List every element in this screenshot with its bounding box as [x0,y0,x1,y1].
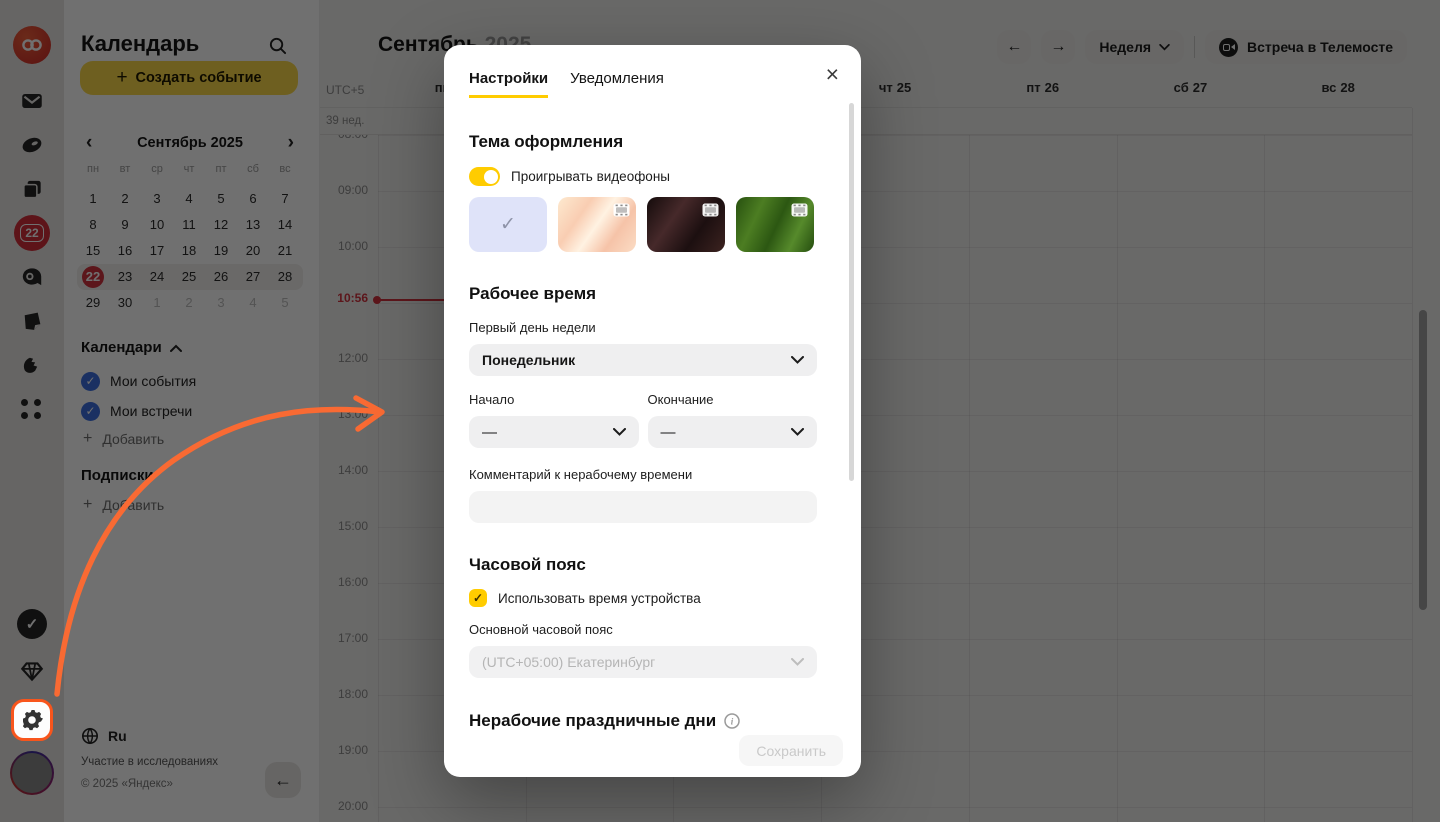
end-time-value: — [661,424,676,441]
comment-label: Комментарий к нерабочему времени [469,467,817,482]
start-time-value: — [482,424,497,441]
first-day-label: Первый день недели [469,320,817,335]
theme-options: ✓ [469,197,817,252]
end-time-select[interactable]: — [648,416,818,448]
chevron-down-icon [613,428,626,436]
theme-option-grass[interactable] [736,197,814,252]
device-time-label: Использовать время устройства [498,591,701,606]
chevron-down-icon [791,428,804,436]
device-time-checkbox[interactable]: ✓ [469,589,487,607]
theme-section-title: Тема оформления [469,132,817,152]
settings-gear-button[interactable] [11,699,53,741]
holidays-section-title: Нерабочие праздничные дни [469,711,716,731]
svg-text:i: i [731,717,734,727]
theme-option-peach[interactable] [558,197,636,252]
video-film-icon [702,203,719,217]
modal-tabs: Настройки Уведомления [469,70,817,98]
worktime-section-title: Рабочее время [469,284,817,304]
theme-option-default[interactable]: ✓ [469,197,547,252]
start-time-select[interactable]: — [469,416,639,448]
main-timezone-label: Основной часовой пояс [469,622,817,637]
settings-modal: Настройки Уведомления Тема оформления Пр… [444,45,861,777]
timezone-select: (UTC+05:00) Екатеринбург [469,646,817,678]
info-icon[interactable]: i [724,713,740,729]
videobg-toggle-label: Проигрывать видеофоны [511,169,670,184]
settings-gear-icon [20,708,44,732]
selected-check-icon: ✓ [469,197,547,252]
chevron-down-icon [791,356,804,364]
timezone-value: (UTC+05:00) Екатеринбург [482,654,655,670]
end-time-label: Окончание [648,392,818,407]
tab-settings[interactable]: Настройки [469,70,548,98]
tab-notifications[interactable]: Уведомления [570,70,664,98]
theme-option-dark[interactable] [647,197,725,252]
first-day-value: Понедельник [482,352,575,368]
first-day-select[interactable]: Понедельник [469,344,817,376]
close-icon[interactable]: × [826,63,839,86]
timezone-section-title: Часовой пояс [469,555,817,575]
start-time-label: Начало [469,392,639,407]
video-film-icon [791,203,808,217]
chevron-down-icon [791,658,804,666]
comment-input[interactable] [469,491,817,523]
videobg-toggle[interactable] [469,167,500,186]
modal-scrollbar[interactable] [849,103,854,481]
video-film-icon [613,203,630,217]
save-button[interactable]: Сохранить [739,735,843,766]
